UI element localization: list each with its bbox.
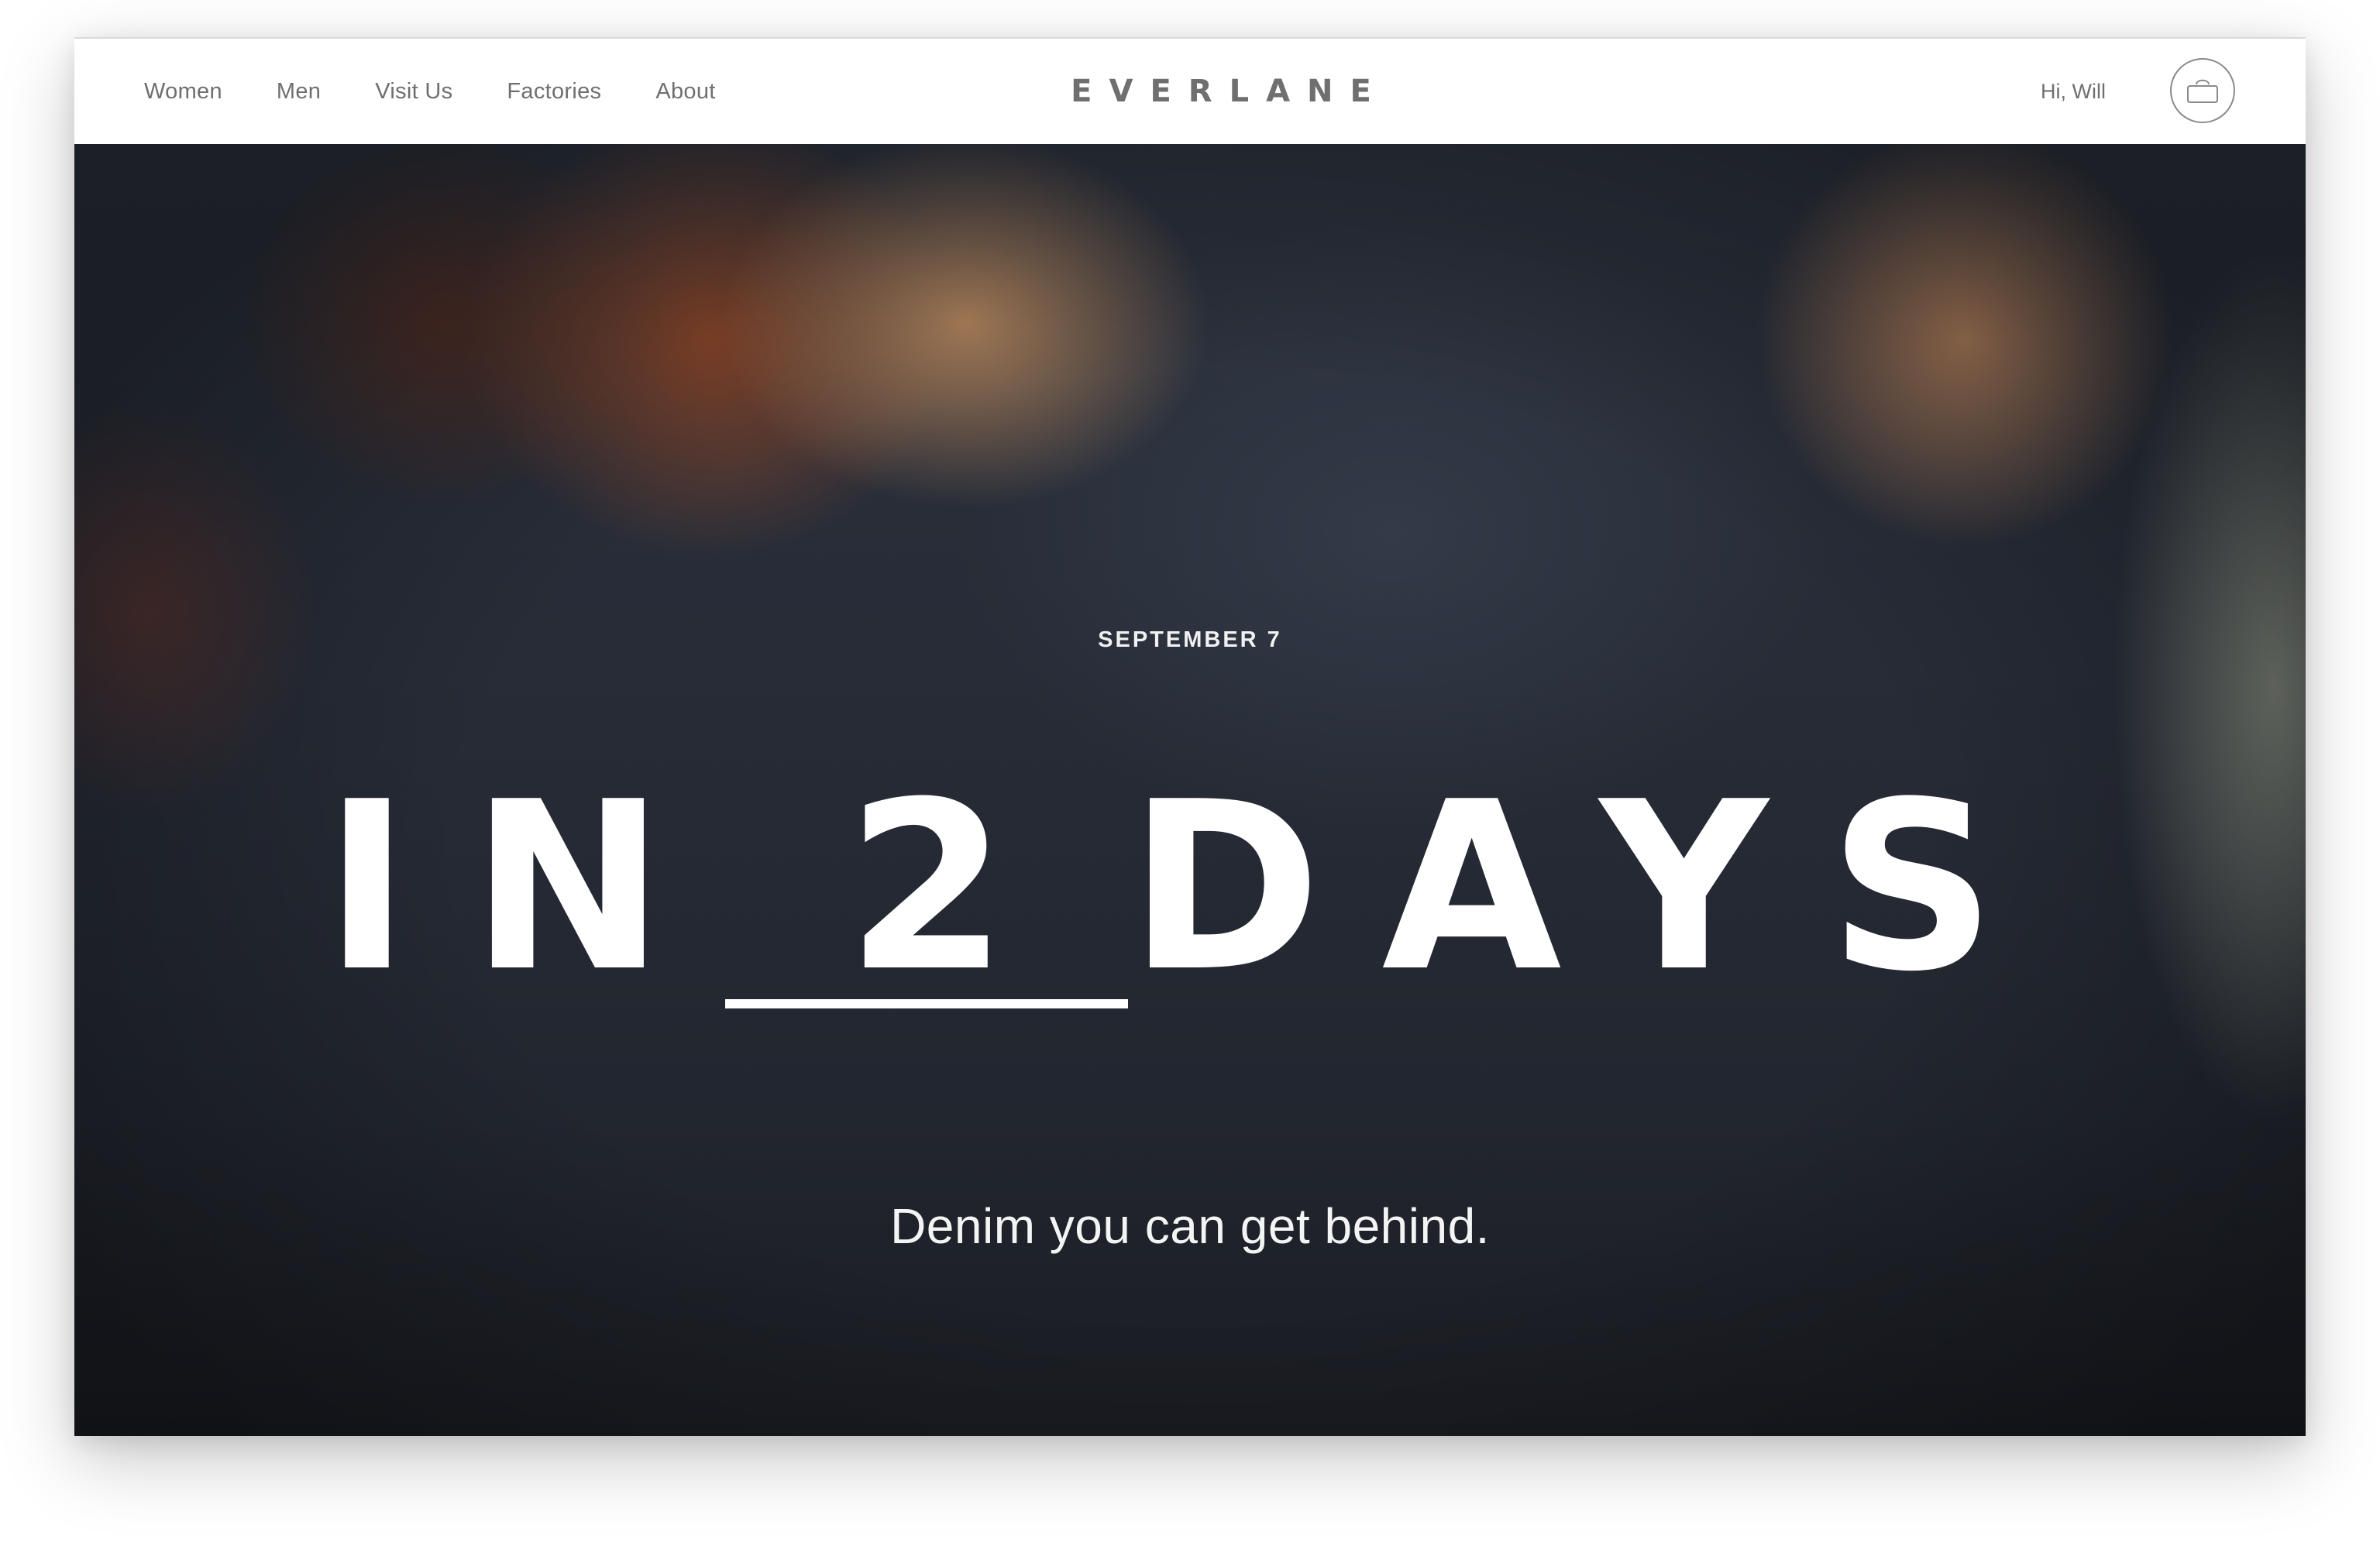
bag-icon	[2187, 79, 2218, 103]
nav-item-about[interactable]: About	[655, 79, 715, 105]
main-nav: Women Men Visit Us Factories About	[144, 39, 716, 144]
countdown-unit: DAYS	[1128, 752, 2057, 1022]
nav-item-men[interactable]: Men	[277, 79, 321, 105]
nav-item-factories[interactable]: Factories	[507, 79, 601, 105]
launch-date: SEPTEMBER 7	[1098, 627, 1282, 652]
cart-button[interactable]	[2170, 58, 2235, 123]
browser-window: Women Men Visit Us Factories About EVERL…	[74, 37, 2306, 1436]
hero-banner: SEPTEMBER 7 IN 2 DAYS Denim you can get …	[74, 144, 2306, 1436]
countdown-prefix: IN	[323, 752, 726, 1022]
user-greeting[interactable]: Hi, Will	[2041, 39, 2106, 144]
countdown-number: 2	[846, 752, 1008, 1022]
nav-item-visit-us[interactable]: Visit Us	[375, 79, 452, 105]
countdown-headline: IN 2 DAYS	[74, 771, 2306, 1004]
nav-item-women[interactable]: Women	[144, 79, 222, 105]
everlane-logo[interactable]: EVERLANE	[1071, 39, 1371, 144]
site-header: Women Men Visit Us Factories About EVERL…	[74, 39, 2306, 144]
hero-tagline: Denim you can get behind.	[890, 1198, 1490, 1254]
countdown-underline	[725, 999, 1129, 1008]
